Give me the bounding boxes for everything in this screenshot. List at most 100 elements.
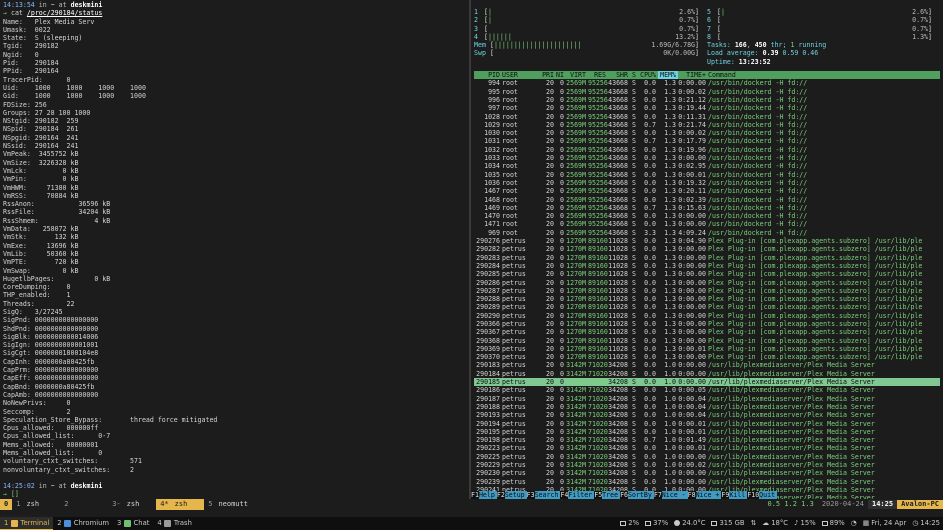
process-row[interactable]: 290288 petrus 20 0 1270M 89160 11028 S 0.0 1.3 0:0… — [474, 295, 940, 303]
fkey-f2[interactable]: F2 Setup — [496, 491, 527, 499]
tray-cpu[interactable]: 2% — [617, 519, 642, 527]
process-row[interactable]: 290290 petrus 20 0 1270M 89160 11028 S 0.0 1.3 0:0… — [474, 312, 940, 320]
column-header[interactable]: VIRT — [566, 71, 588, 79]
column-header[interactable]: Command — [708, 71, 940, 79]
tray-notifications[interactable]: ◔ — [848, 519, 860, 527]
fkey-f1[interactable]: F1 Help — [471, 491, 497, 499]
tray-volume[interactable]: ♪ 15% — [791, 519, 819, 527]
fkey-f10[interactable]: F10 Quit — [747, 491, 778, 499]
process-row[interactable]: 1028 root 20 0 2569M 95256 43668 S 0.0 1.3 0:11.31… — [474, 113, 940, 121]
fkey-f4[interactable]: F4 Filter — [560, 491, 595, 499]
fkey-f5[interactable]: F5 Tree — [594, 491, 621, 499]
process-row[interactable]: 1034 root 20 0 2569M 95256 43668 S 0.0 1.3 0:02.95… — [474, 162, 940, 170]
fkey-f7[interactable]: F7 Nice - — [653, 491, 688, 499]
process-row[interactable]: 1036 root 20 0 2569M 95256 43668 S 0.0 1.3 0:19.32… — [474, 179, 940, 187]
fkey-f6[interactable]: F6 SortBy — [620, 491, 654, 499]
process-row[interactable]: 290367 petrus 20 0 1270M 89160 11028 S 0.0 1.3 0:0… — [474, 328, 940, 336]
process-row[interactable]: 290225 petrus 20 0 3142M 71020 34208 S 0.0 1.0 0:0… — [474, 453, 940, 461]
tmux-window-5[interactable]: 5 neomutt — [204, 499, 252, 510]
process-row[interactable]: 290368 petrus 20 0 1270M 89160 11028 S 0.0 1.3 0:0… — [474, 337, 940, 345]
process-row[interactable]: 290282 petrus 20 0 1270M 89160 11028 S 0.0 1.3 0:0… — [474, 245, 940, 253]
process-row[interactable]: 290188 petrus 20 0 3142M 71020 34208 S 0.0 1.0 0:0… — [474, 403, 940, 411]
process-row[interactable]: 1031 root 20 0 2569M 95256 43668 S 0.7 1.3 0:17.79… — [474, 137, 940, 145]
tray-clock[interactable]: ◷ 14:25 — [909, 519, 943, 527]
process-row[interactable]: 290370 petrus 20 0 1270M 89160 11028 S 0.0 1.3 0:0… — [474, 353, 940, 361]
fkey-f8[interactable]: F8 Nice + — [687, 491, 722, 499]
process-row[interactable]: 290369 petrus 20 0 1270M 89160 11028 S 0.0 1.3 0:0… — [474, 345, 940, 353]
process-row[interactable]: 290286 petrus 20 0 1270M 89160 11028 S 0.0 1.3 0:0… — [474, 279, 940, 287]
process-row[interactable]: 290183 petrus 20 0 3142M 71020 34208 S 0.0 1.0 0:0… — [474, 361, 940, 369]
process-row[interactable]: 1029 root 20 0 2569M 95256 43668 S 0.7 1.3 0:21.74… — [474, 121, 940, 129]
process-row[interactable]: 969 root 20 0 2569M 95256 43668 S 3.3 1.3 4:09.24/… — [474, 229, 940, 237]
process-row[interactable]: 290287 petrus 20 0 1270M 89160 11028 S 0.0 1.3 0:0… — [474, 287, 940, 295]
process-row[interactable]: 290187 petrus 20 0 3142M 71020 34208 S 0.0 1.0 0:0… — [474, 395, 940, 403]
left-terminal-pane[interactable]: 14:13:54 in ~ at deskmini → cat /proc/29… — [0, 0, 469, 499]
process-row[interactable]: 290239 petrus 20 0 3142M 71020 34208 S 0.0 1.0 0:0… — [474, 478, 940, 486]
process-row[interactable]: 290184 petrus 20 0 3142M 71020 34208 S 0.0 1.0 0:0… — [474, 370, 940, 378]
process-row[interactable]: 290198 petrus 20 0 3142M 71020 34208 S 0.7 1.0 0:0… — [474, 436, 940, 444]
tray-battery[interactable]: 89% — [819, 519, 848, 527]
process-row[interactable]: 1035 root 20 0 2569M 95256 43668 S 0.0 1.3 0:00.01… — [474, 171, 940, 179]
column-header[interactable]: NI — [556, 71, 566, 79]
tmux-window-2[interactable]: 2 — [60, 499, 108, 510]
process-row[interactable]: 290285 petrus 20 0 1270M 89160 11028 S 0.0 1.3 0:0… — [474, 270, 940, 278]
column-header[interactable]: PID — [474, 71, 502, 79]
tray-date[interactable]: ▦ Fri, 24 Apr — [860, 519, 910, 527]
taskbar-app-terminal[interactable]: 1 Terminal — [0, 517, 54, 530]
process-row[interactable]: 290185 petrus 20 0 3142M 71020 34208 S 0.0 1.0 0:0… — [474, 378, 940, 387]
process-row[interactable]: 290194 petrus 20 0 3142M 71020 34208 S 0.0 1.0 0:0… — [474, 420, 940, 428]
tmux-session[interactable]: 0 — [0, 499, 13, 510]
tray-weather[interactable]: ☁ 18°C — [759, 519, 791, 527]
tray-temp[interactable]: 24.0°C — [671, 519, 708, 527]
column-header[interactable]: PRI — [536, 71, 556, 79]
htop-pane[interactable]: 1[| 2.6%] 2[| 0.7%] 3[0.7%] 4[|||||| 13.2%] 5[… — [471, 0, 943, 499]
tmux-window-1[interactable]: 1 zsh — [12, 499, 60, 510]
taskbar-app-chat[interactable]: 3 Chat — [113, 517, 153, 530]
tray-mem[interactable]: 37% — [642, 519, 671, 527]
process-row[interactable]: 290289 petrus 20 0 1270M 89160 11028 S 0.0 1.3 0:0… — [474, 303, 940, 311]
taskbar-app-trash[interactable]: 4 Trash — [153, 517, 195, 530]
column-header[interactable]: TIME+ — [678, 71, 708, 79]
column-header[interactable]: USER — [502, 71, 536, 79]
tray-network[interactable]: ⇅ — [748, 519, 760, 527]
process-row[interactable]: 996 root 20 0 2569M 95256 43668 S 0.0 1.3 0:21.12/… — [474, 96, 940, 104]
process-row[interactable]: 290223 petrus 20 0 3142M 71020 34208 S 0.0 1.0 0:0… — [474, 444, 940, 452]
process-row[interactable]: 1469 root 20 0 2569M 95256 43668 S 0.7 1.3 0:15.63… — [474, 204, 940, 212]
process-row[interactable]: 290283 petrus 20 0 1270M 89160 11028 S 0.0 1.3 0:0… — [474, 254, 940, 262]
process-row[interactable]: 1471 root 20 0 2569M 95256 43668 S 0.0 1.3 0:00.00… — [474, 220, 940, 228]
column-header[interactable]: MEM% — [658, 71, 678, 80]
process-row[interactable]: 290195 petrus 20 0 3142M 71020 34208 S 0.0 1.0 0:0… — [474, 428, 940, 436]
process-row[interactable]: 1030 root 20 0 2569M 95256 43668 S 0.0 1.3 0:00.02… — [474, 129, 940, 137]
process-table[interactable]: PID USER PRI NI VIRT RES SHR S CPU% MEM% TIME+ Comm… — [474, 71, 940, 499]
column-header[interactable]: SHR — [608, 71, 630, 79]
taskbar-app-chromium[interactable]: 2 Chromium — [53, 517, 113, 530]
process-row[interactable]: 1467 root 20 0 2569M 95256 43668 S 0.0 1.3 0:20.11… — [474, 187, 940, 195]
cell-user: petrus — [502, 369, 526, 378]
process-row[interactable]: 1032 root 20 0 2569M 95256 43668 S 0.0 1.3 0:19.96… — [474, 146, 940, 154]
process-table-body[interactable]: 994 root 20 0 2569M 95256 43668 S 0.0 1.3 0:00.00/… — [474, 79, 940, 499]
process-row[interactable]: 1033 root 20 0 2569M 95256 43668 S 0.0 1.3 0:00.00… — [474, 154, 940, 162]
tmux-window-3[interactable]: 3- zsh — [108, 499, 156, 510]
column-header[interactable]: RES — [588, 71, 608, 79]
process-row[interactable]: 290276 petrus 20 0 1270M 89160 11028 S 0.0 1.3 0:0… — [474, 237, 940, 245]
process-row[interactable]: 290230 petrus 20 0 3142M 71020 34208 S 0.0 1.0 0:0… — [474, 469, 940, 477]
column-header[interactable]: CPU% — [638, 71, 658, 79]
cell-user: petrus — [502, 278, 526, 287]
process-row[interactable]: 290284 petrus 20 0 1270M 89160 11028 S 0.0 1.3 0:0… — [474, 262, 940, 270]
process-row[interactable]: 290366 petrus 20 0 1270M 89160 11028 S 0.0 1.3 0:0… — [474, 320, 940, 328]
process-row[interactable]: 1468 root 20 0 2569M 95256 43668 S 0.0 1.3 0:02.39… — [474, 196, 940, 204]
column-header[interactable]: S — [630, 71, 638, 79]
process-row[interactable]: 1470 root 20 0 2569M 95256 43668 S 0.0 1.3 0:00.00… — [474, 212, 940, 220]
process-row[interactable]: 290229 petrus 20 0 3142M 71020 34208 S 0.0 1.0 0:0… — [474, 461, 940, 469]
process-table-header[interactable]: PID USER PRI NI VIRT RES SHR S CPU% MEM% TIME+ Comm… — [474, 71, 940, 80]
process-row[interactable]: 290193 petrus 20 0 3142M 71020 34208 S 0.0 1.0 0:0… — [474, 411, 940, 419]
process-row[interactable]: 290186 petrus 20 0 3142M 71020 34208 S 0.0 1.0 0:0… — [474, 386, 940, 394]
tray-disk[interactable]: 315 GB — [708, 519, 747, 527]
process-row[interactable]: 994 root 20 0 2569M 95256 43668 S 0.0 1.3 0:00.00/… — [474, 79, 940, 87]
fkey-f3[interactable]: F3 Search — [526, 491, 561, 499]
process-row[interactable]: 997 root 20 0 2569M 95256 43668 S 0.0 1.3 0:19.44/… — [474, 104, 940, 112]
shell-cursor[interactable]: → [] — [3, 490, 466, 498]
process-row[interactable]: 995 root 20 0 2569M 95256 43668 S 0.0 1.3 0:00.02/… — [474, 88, 940, 96]
tmux-window-4[interactable]: 4* zsh — [156, 499, 205, 510]
fkey-f9[interactable]: F9 Kill — [721, 491, 748, 499]
